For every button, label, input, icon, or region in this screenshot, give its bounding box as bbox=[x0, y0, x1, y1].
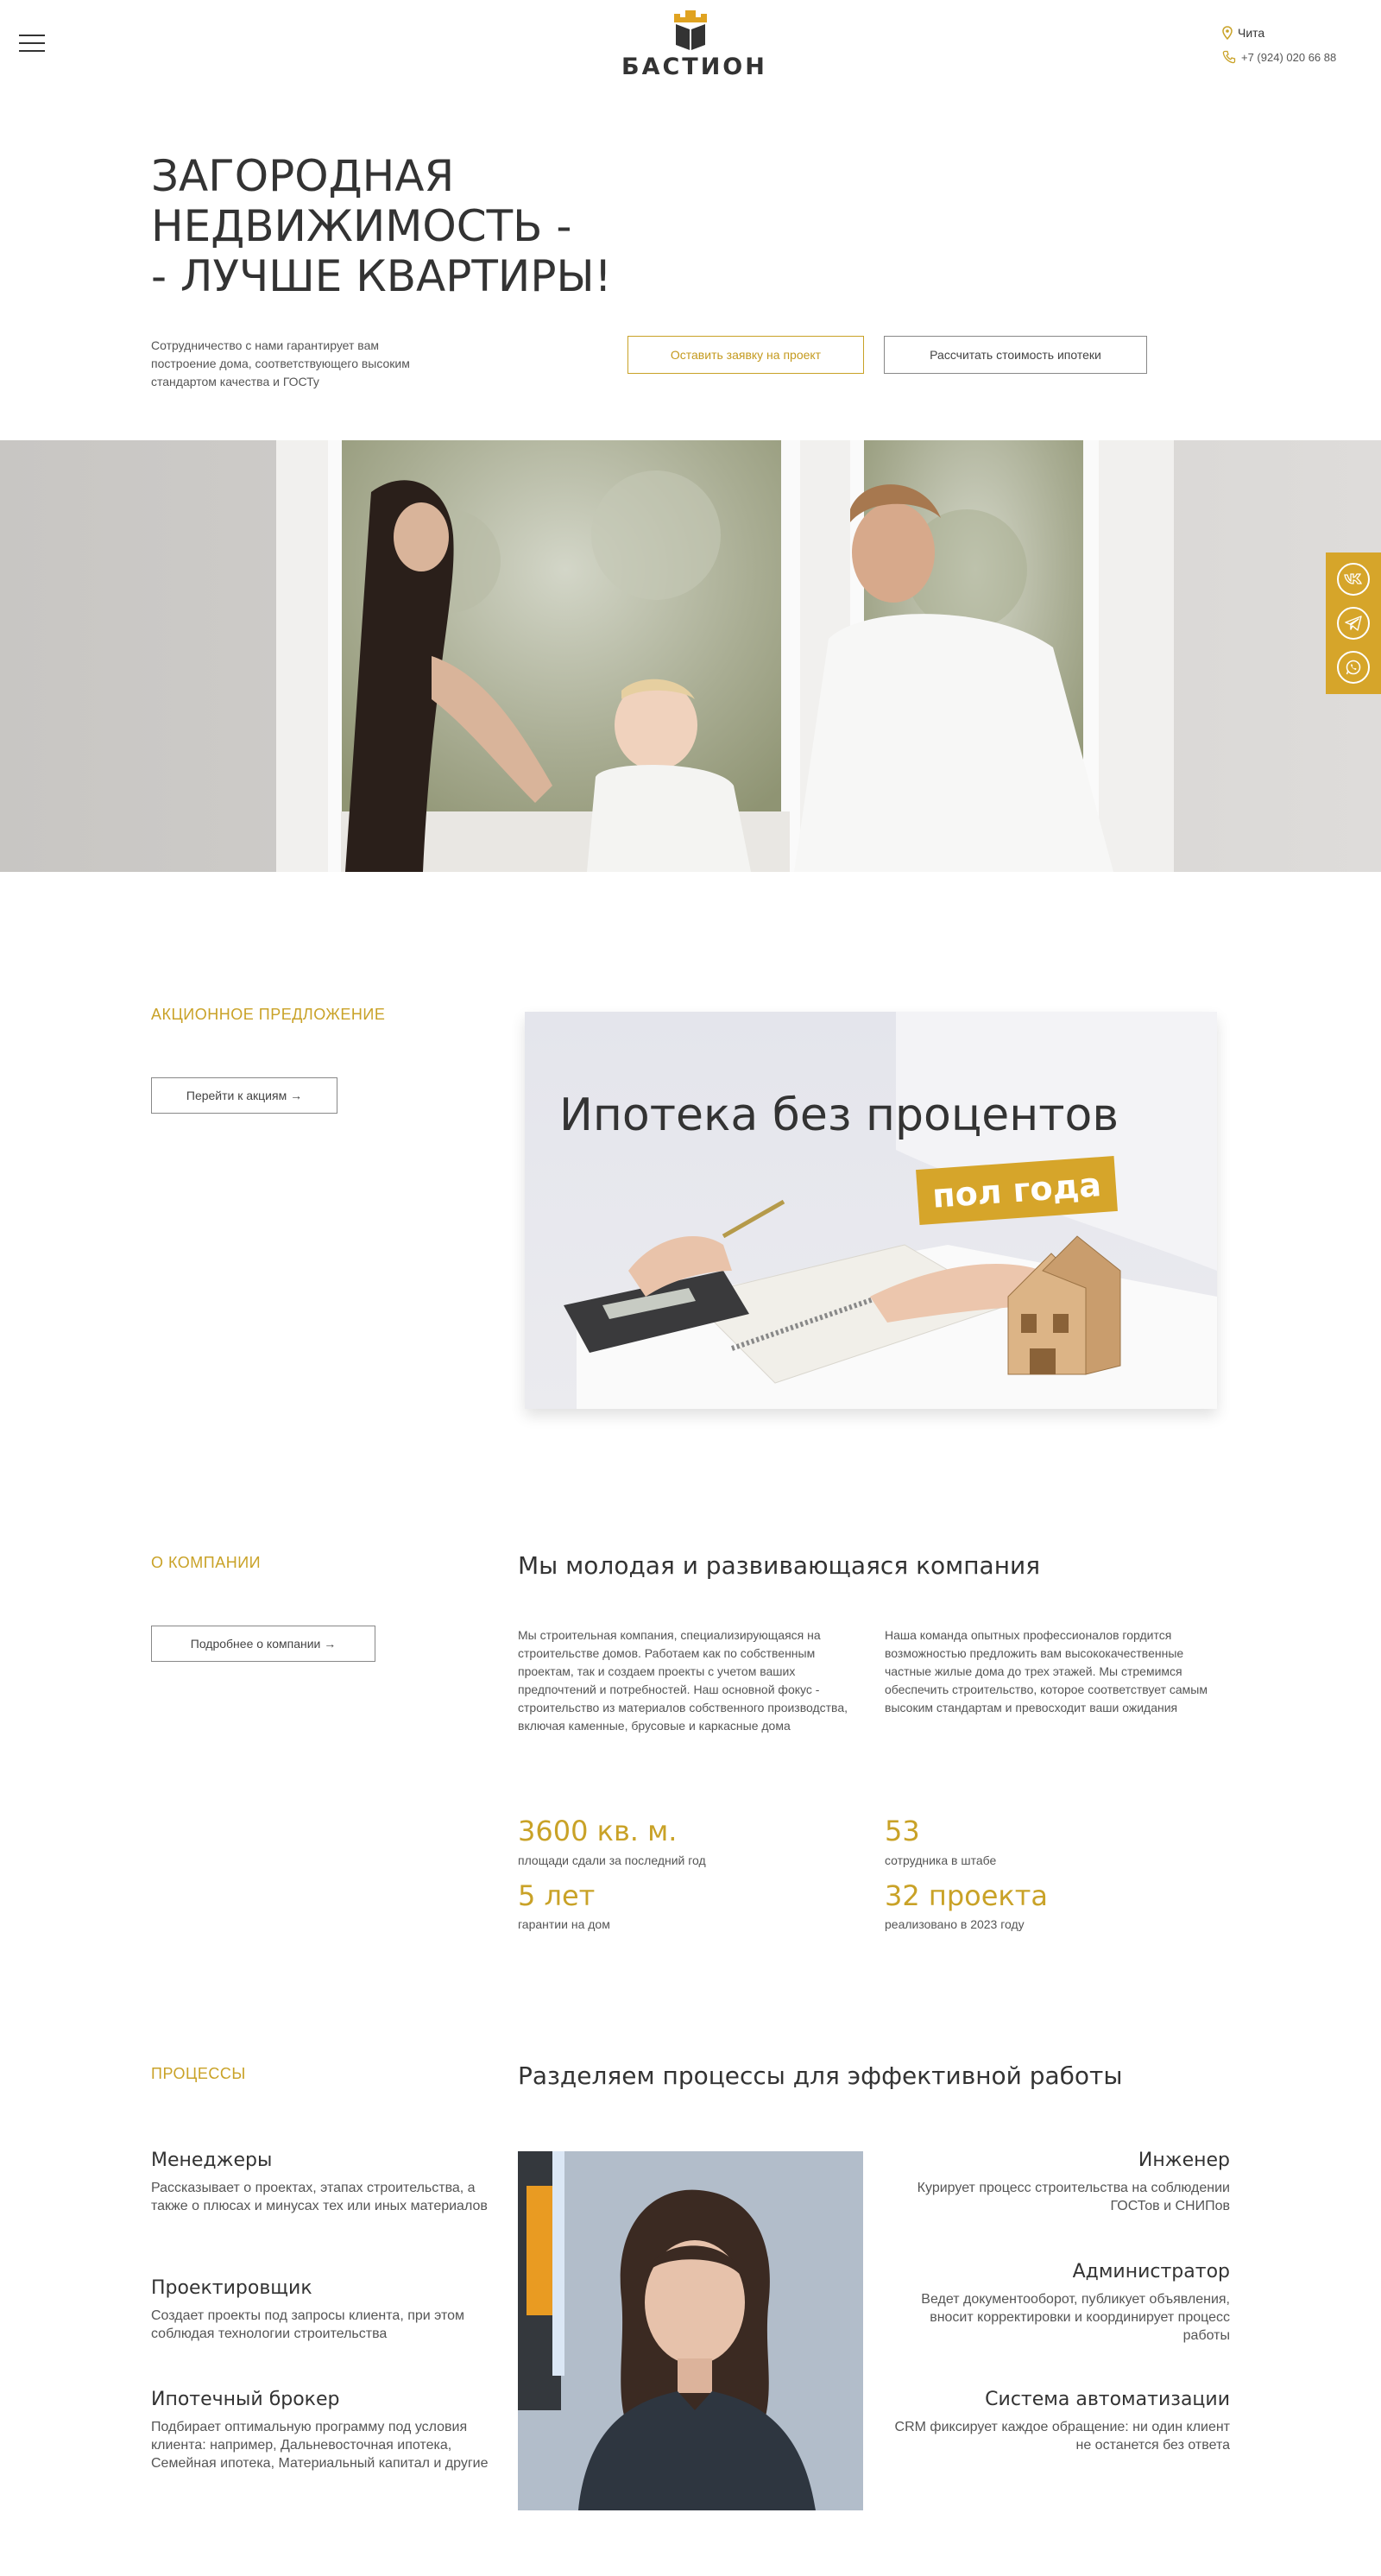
social-sidebar bbox=[1326, 552, 1381, 694]
process-title: Проектировщик bbox=[151, 2277, 312, 2299]
process-title: Менеджеры bbox=[151, 2150, 273, 2171]
process-text: Создает проекты под запросы клиента, при… bbox=[151, 2308, 465, 2341]
about-heading: Мы молодая и развивающаяся компания bbox=[518, 1551, 1041, 1580]
location-pin-icon bbox=[1222, 26, 1233, 40]
promo-banner[interactable]: Ипотека без процентов пол года bbox=[525, 1012, 1217, 1409]
about-section-label: О КОМПАНИИ bbox=[151, 1554, 262, 1571]
menu-icon[interactable] bbox=[19, 35, 45, 54]
process-title: Администратор bbox=[1072, 2261, 1230, 2282]
logo-tower-icon bbox=[674, 10, 707, 50]
stat-value: 3600 кв. м. bbox=[518, 1815, 678, 1847]
whatsapp-icon[interactable] bbox=[1337, 650, 1370, 684]
promo-banner-title: Ипотека без процентов bbox=[559, 1089, 1119, 1141]
promo-button[interactable]: Перейти к акциям → bbox=[151, 1077, 337, 1114]
hero-title-line: - ЛУЧШЕ КВАРТИРЫ! bbox=[151, 251, 612, 301]
mortgage-calc-button[interactable]: Рассчитать стоимость ипотеки bbox=[884, 336, 1147, 374]
stat-caption: реализовано в 2023 году bbox=[885, 1917, 1025, 1931]
brand-name: БАСТИОН bbox=[621, 54, 767, 80]
stat-value: 32 проекта bbox=[885, 1879, 1048, 1912]
about-paragraph-1: Мы строительная компания, специализирующ… bbox=[518, 1628, 848, 1733]
hero-title-line: ЗАГОРОДНАЯ bbox=[151, 151, 455, 201]
hero-title-line: НЕДВИЖИМОСТЬ - bbox=[151, 201, 572, 251]
process-text: Подбирает оптимальную программу под усло… bbox=[151, 2420, 489, 2471]
telegram-icon[interactable] bbox=[1337, 606, 1370, 640]
phone-number: +7 (924) 020 66 88 bbox=[1241, 50, 1337, 64]
stat-caption: сотрудника в штабе bbox=[885, 1853, 997, 1867]
process-title: Система автоматизации bbox=[985, 2389, 1230, 2410]
hero-subtitle: Сотрудничество с нами гарантирует вам по… bbox=[151, 338, 410, 388]
city-label: Чита bbox=[1238, 26, 1265, 40]
stat-value: 53 bbox=[885, 1815, 920, 1847]
phone-icon bbox=[1222, 50, 1236, 64]
process-text: CRM фиксирует каждое обращение: ни один … bbox=[894, 2420, 1230, 2453]
promo-section-label: АКЦИОННОЕ ПРЕДЛОЖЕНИЕ bbox=[151, 1006, 386, 1023]
process-title: Ипотечный брокер bbox=[151, 2389, 340, 2410]
employee-portrait bbox=[518, 2151, 863, 2510]
processes-heading: Разделяем процессы для эффективной работ… bbox=[518, 2061, 1123, 2090]
stat-caption: площади сдали за последний год bbox=[518, 1853, 706, 1867]
process-title: Инженер bbox=[1138, 2150, 1230, 2171]
about-paragraph-2: Наша команда опытных профессионалов горд… bbox=[885, 1628, 1208, 1714]
logo[interactable]: БАСТИОН bbox=[621, 7, 767, 85]
process-text: Курирует процесс строительства на соблюд… bbox=[917, 2181, 1230, 2213]
hero-family-photo bbox=[0, 440, 1381, 872]
city-selector[interactable]: Чита bbox=[1222, 21, 1360, 45]
vk-icon[interactable] bbox=[1337, 563, 1370, 597]
phone-link[interactable]: +7 (924) 020 66 88 bbox=[1222, 45, 1360, 69]
request-project-button[interactable]: Оставить заявку на проект bbox=[627, 336, 864, 374]
header-contacts: Чита +7 (924) 020 66 88 bbox=[1222, 21, 1360, 69]
stat-caption: гарантии на дом bbox=[518, 1917, 610, 1931]
family-window-illustration bbox=[0, 440, 1381, 872]
about-button[interactable]: Подробнее о компании → bbox=[151, 1626, 375, 1662]
process-text: Рассказывает о проектах, этапах строител… bbox=[151, 2181, 488, 2213]
process-text: Ведет документооборот, публикует объявле… bbox=[921, 2292, 1230, 2343]
portrait-illustration bbox=[518, 2151, 863, 2510]
hero-title: ЗАГОРОДНАЯ НЕДВИЖИМОСТЬ - - ЛУЧШЕ КВАРТИ… bbox=[151, 151, 686, 301]
stat-value: 5 лет bbox=[518, 1879, 596, 1912]
processes-section-label: ПРОЦЕССЫ bbox=[151, 2065, 246, 2082]
